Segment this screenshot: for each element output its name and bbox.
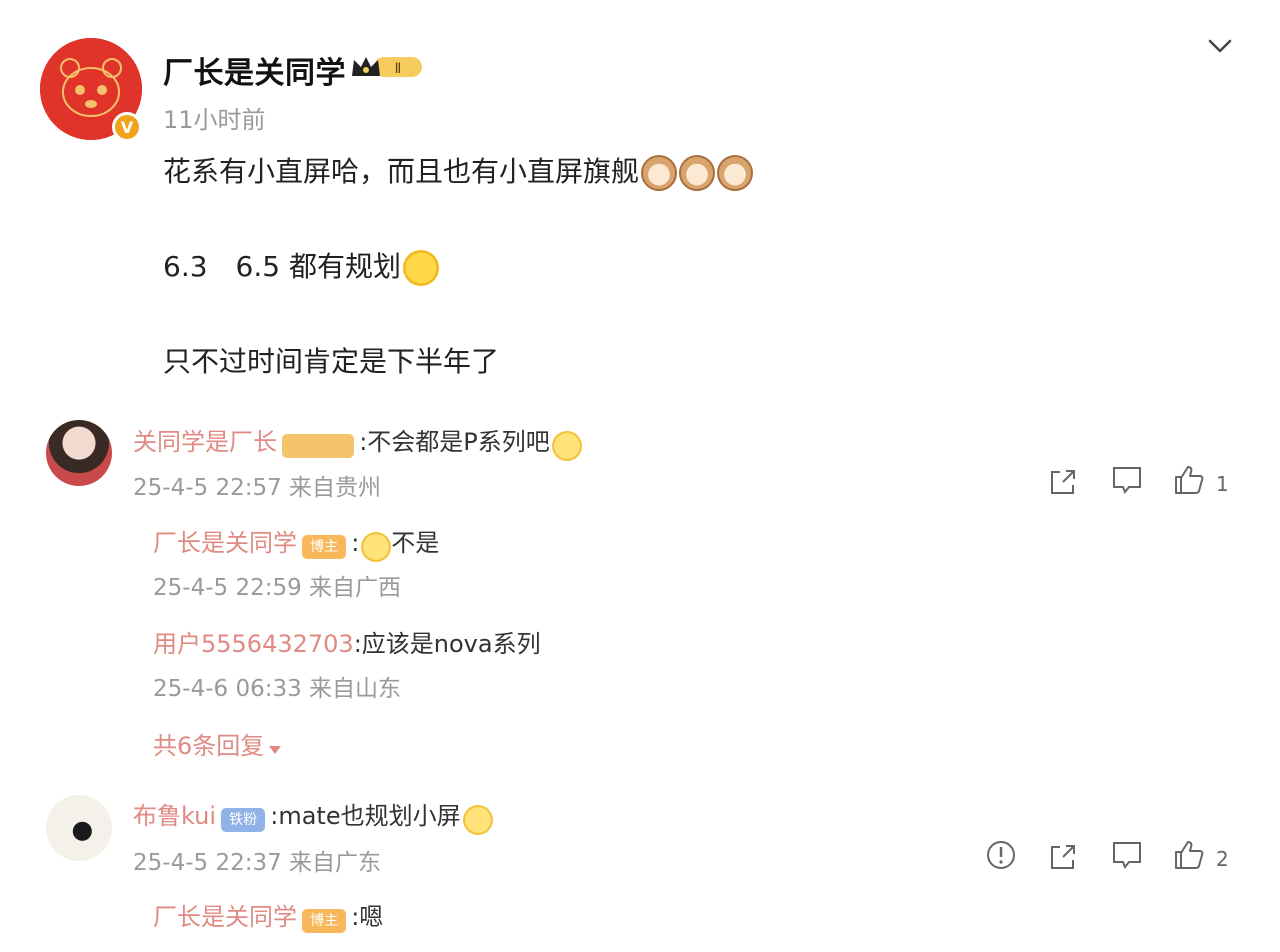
commenter-name[interactable]: 布鲁kui xyxy=(133,802,216,830)
reply-item: 厂长是关同学 博主 : 不是 xyxy=(153,523,439,562)
post-text: 只不过时间肯定是下半年了 xyxy=(163,345,500,378)
comment-text: :mate也规划小屏 xyxy=(270,802,461,830)
post-line-3: 只不过时间肯定是下半年了 xyxy=(163,340,499,380)
commenter-name[interactable]: 关同学是厂长 xyxy=(133,428,277,456)
like-count: 1 xyxy=(1216,472,1229,496)
cat-emoji-icon xyxy=(679,155,716,191)
thumbs-up-icon[interactable] xyxy=(1172,838,1206,872)
post-line-2: 6.3 6.5 都有规划 xyxy=(163,245,439,286)
comment-header: 布鲁kui 铁粉 :mate也规划小屏 xyxy=(133,796,493,835)
comment-header: 关同学是厂长 :不会都是P系列吧 xyxy=(133,422,582,461)
commenter-avatar[interactable] xyxy=(46,420,112,486)
more-replies-label[interactable]: 共6条回复 xyxy=(153,732,264,760)
chevron-down-icon[interactable] xyxy=(1204,30,1236,62)
author-tag: 博主 xyxy=(302,534,347,559)
like-count: 2 xyxy=(1216,847,1229,871)
author-tag: 博主 xyxy=(302,908,347,933)
fan-badge-icon xyxy=(282,433,355,458)
report-icon[interactable] xyxy=(984,838,1018,872)
comment-text: :不会都是P系列吧 xyxy=(359,428,550,456)
fan-badge: 铁粉 xyxy=(221,807,266,832)
comment-icon[interactable] xyxy=(1110,463,1144,497)
share-icon[interactable] xyxy=(1046,840,1080,874)
reply-meta: 25-4-5 22:59 来自广西 xyxy=(153,575,402,601)
reply-author[interactable]: 厂长是关同学 xyxy=(153,529,297,557)
laugh-emoji-icon xyxy=(361,531,392,562)
crying-emoji-icon xyxy=(462,804,493,835)
share-icon[interactable] xyxy=(1046,465,1080,499)
reply-text: :嗯 xyxy=(351,903,384,931)
post-line-1: 花系有小直屏哈，而且也有小直屏旗舰 xyxy=(163,150,754,191)
reply-meta: 25-4-6 06:33 来自山东 xyxy=(153,676,402,702)
cat-emoji-icon xyxy=(717,155,754,191)
cat-emoji-icon xyxy=(641,155,678,191)
comment-meta: 25-4-5 22:37 来自广东 xyxy=(133,850,382,876)
crown-badge-icon: Ⅱ xyxy=(352,57,422,77)
author-name[interactable]: 厂长是关同学 xyxy=(163,48,346,92)
reply-author[interactable]: 厂长是关同学 xyxy=(153,903,297,931)
caret-down-icon xyxy=(269,745,282,754)
comment-icon[interactable] xyxy=(1110,838,1144,872)
surprised-emoji-icon xyxy=(551,430,582,461)
reply-item: 厂长是关同学 博主 :嗯 xyxy=(153,897,383,933)
reply-item: 用户5556432703:应该是nova系列 xyxy=(153,624,541,659)
reply-colon: : xyxy=(351,529,360,557)
post-time: 11小时前 xyxy=(163,106,266,134)
reply-author[interactable]: 用户5556432703 xyxy=(153,630,354,658)
svg-text:Ⅱ: Ⅱ xyxy=(395,61,402,77)
post-text: 6.3 6.5 都有规划 xyxy=(163,250,401,283)
reply-text: 不是 xyxy=(391,529,440,557)
smile-emoji-icon xyxy=(402,250,439,286)
thumbs-up-icon[interactable] xyxy=(1172,463,1206,497)
reply-text: :应该是nova系列 xyxy=(353,630,541,658)
comment-meta: 25-4-5 22:57 来自贵州 xyxy=(133,475,382,501)
commenter-avatar[interactable] xyxy=(46,795,112,861)
verified-badge: V xyxy=(112,112,142,142)
post-text: 花系有小直屏哈，而且也有小直屏旗舰 xyxy=(163,155,640,188)
more-replies-link[interactable]: 共6条回复 xyxy=(153,726,282,761)
